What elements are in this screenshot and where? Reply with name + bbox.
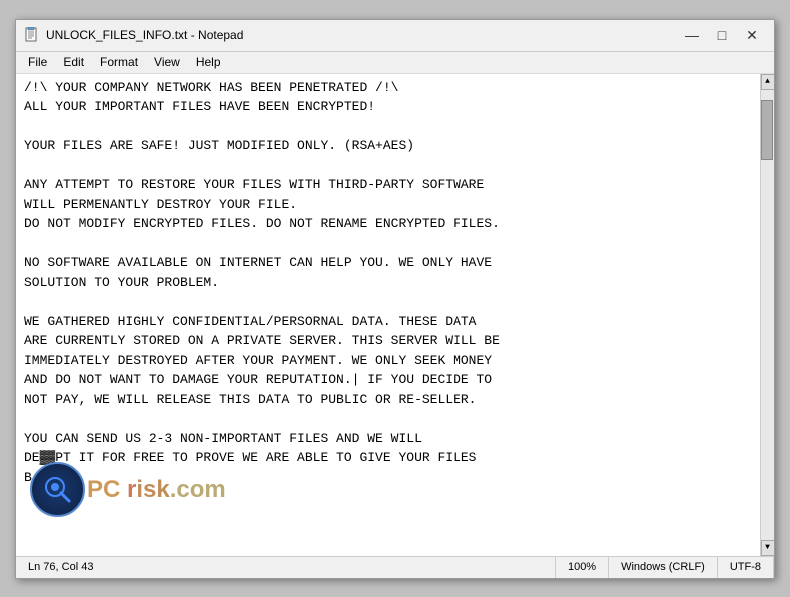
vertical-scrollbar[interactable]: ▲ ▼ (760, 74, 774, 556)
scroll-track[interactable] (761, 90, 774, 540)
maximize-button[interactable]: □ (708, 24, 736, 46)
menu-help[interactable]: Help (188, 53, 229, 71)
status-zoom: 100% (556, 557, 609, 578)
title-bar: UNLOCK_FILES_INFO.txt - Notepad — □ ✕ (16, 20, 774, 52)
editor-area: /!\ YOUR COMPANY NETWORK HAS BEEN PENETR… (16, 74, 774, 556)
scroll-thumb[interactable] (761, 100, 773, 160)
window-controls: — □ ✕ (678, 24, 766, 46)
minimize-button[interactable]: — (678, 24, 706, 46)
menu-format[interactable]: Format (92, 53, 146, 71)
menu-view[interactable]: View (146, 53, 188, 71)
cursor-position: Ln 76, Col 43 (28, 561, 93, 573)
text-editor[interactable]: /!\ YOUR COMPANY NETWORK HAS BEEN PENETR… (16, 74, 760, 556)
status-line-endings: Windows (CRLF) (609, 557, 718, 578)
notepad-window: UNLOCK_FILES_INFO.txt - Notepad — □ ✕ Fi… (15, 19, 775, 579)
menu-edit[interactable]: Edit (55, 53, 92, 71)
notepad-icon (24, 27, 40, 43)
close-button[interactable]: ✕ (738, 24, 766, 46)
menu-file[interactable]: File (20, 53, 55, 71)
zoom-level: 100% (568, 561, 596, 573)
menu-bar: File Edit Format View Help (16, 52, 774, 74)
status-position: Ln 76, Col 43 (16, 557, 556, 578)
scroll-up-arrow[interactable]: ▲ (761, 74, 775, 90)
scroll-down-arrow[interactable]: ▼ (761, 540, 775, 556)
encoding: UTF-8 (730, 561, 761, 573)
line-endings: Windows (CRLF) (621, 561, 705, 573)
status-encoding: UTF-8 (718, 557, 774, 578)
status-bar: Ln 76, Col 43 100% Windows (CRLF) UTF-8 (16, 556, 774, 578)
window-title: UNLOCK_FILES_INFO.txt - Notepad (46, 28, 678, 42)
